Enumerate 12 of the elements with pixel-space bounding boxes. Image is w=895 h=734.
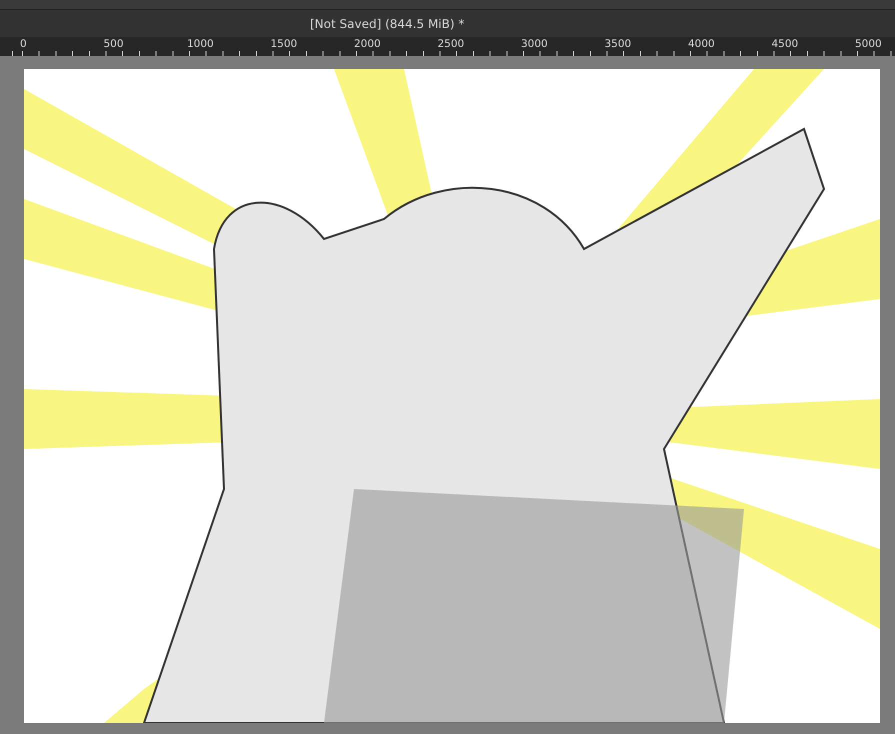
ruler-label: 3000 bbox=[521, 37, 549, 51]
ruler-label: 3500 bbox=[604, 37, 632, 51]
ruler-label: 1500 bbox=[270, 37, 298, 51]
ruler-label: 0 bbox=[20, 37, 28, 51]
window-title: [Not Saved] (844.5 MiB) * bbox=[310, 16, 464, 30]
ruler-label: 2500 bbox=[438, 37, 466, 51]
ruler-label: 1000 bbox=[187, 37, 215, 51]
ruler-label: 500 bbox=[104, 37, 125, 51]
ruler-label: 5000 bbox=[855, 37, 883, 51]
ruler-label: 4000 bbox=[688, 37, 716, 51]
ruler-label: 4500 bbox=[772, 37, 800, 51]
ruler-label: 2000 bbox=[354, 37, 382, 51]
